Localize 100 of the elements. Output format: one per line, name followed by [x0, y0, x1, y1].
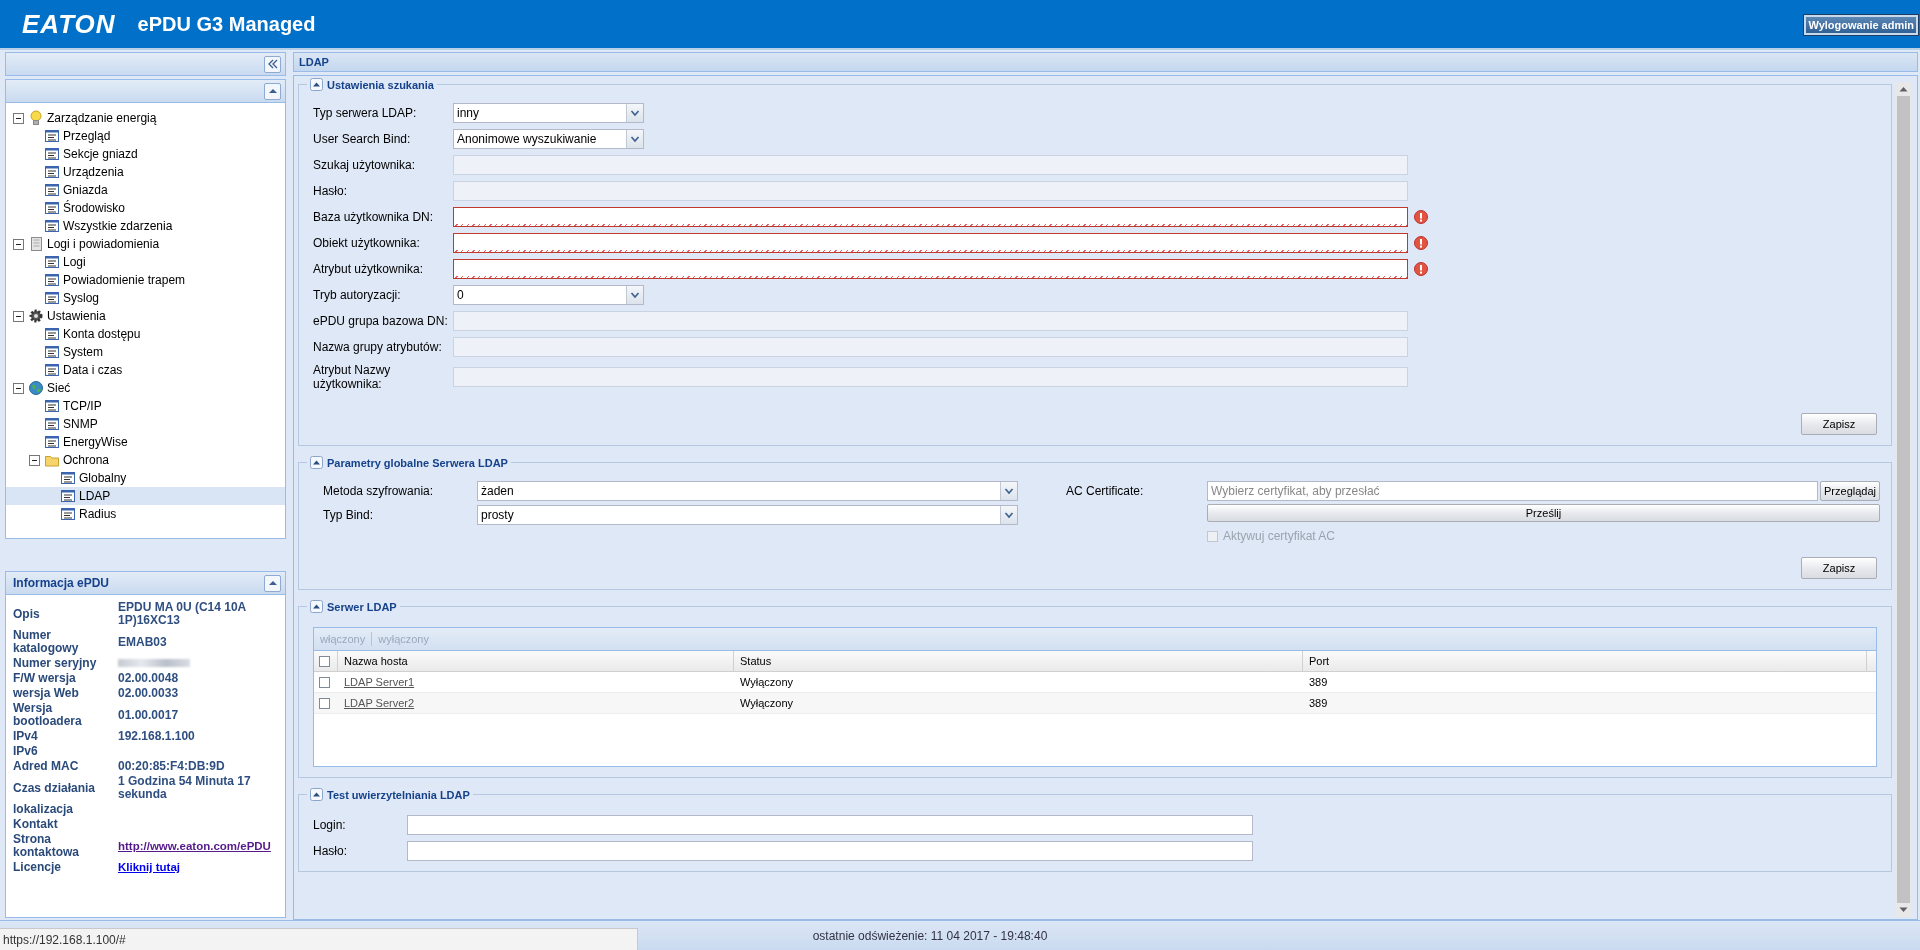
- column-header[interactable]: Nazwa hosta: [338, 651, 734, 671]
- table-cell-text: 389: [1308, 675, 1329, 690]
- text-field[interactable]: [453, 207, 1408, 227]
- text-field[interactable]: [407, 841, 1253, 861]
- collapse-icon[interactable]: [264, 574, 281, 592]
- page-icon: [44, 434, 60, 450]
- info-label: Adred MAC: [13, 760, 80, 773]
- field-label: Nazwa grupy atrybutów:: [313, 340, 443, 354]
- tree-item[interactable]: Sieć: [6, 379, 285, 397]
- tree-item[interactable]: Środowisko: [6, 199, 285, 217]
- tree-item[interactable]: Urządzenia: [6, 163, 285, 181]
- collapse-toggle-icon[interactable]: [13, 238, 24, 250]
- logo: EATON: [22, 8, 116, 40]
- tree-item[interactable]: Powiadomienie trapem: [6, 271, 285, 289]
- link[interactable]: LDAP Server2: [344, 697, 415, 709]
- error-icon: [1414, 236, 1428, 250]
- document-icon: [28, 236, 44, 252]
- page-icon: [44, 362, 60, 378]
- upload-button[interactable]: Prześlij: [1207, 504, 1880, 522]
- tree-item[interactable]: TCP/IP: [6, 397, 285, 415]
- link[interactable]: Kliknij tutaj: [118, 861, 283, 874]
- info-value: EPDU MA 0U (C14 10A 1P)16XC13: [118, 601, 247, 627]
- collapse-icon[interactable]: [310, 600, 323, 613]
- tree-item[interactable]: Logi i powiadomienia: [6, 235, 285, 253]
- tree-item[interactable]: Sekcje gniazd: [6, 145, 285, 163]
- link[interactable]: http://www.eaton.com/ePDU: [118, 839, 283, 853]
- info-label: wersja Web: [13, 687, 80, 700]
- field-label: Obiekt użytkownika:: [313, 236, 421, 250]
- tree-item[interactable]: Przegląd: [6, 127, 285, 145]
- info-value: 02.00.0048: [118, 672, 180, 685]
- tree-item[interactable]: SNMP: [6, 415, 285, 433]
- tree-item[interactable]: Gniazda: [6, 181, 285, 199]
- checkbox[interactable]: [319, 697, 330, 709]
- dropdown[interactable]: inny: [453, 103, 644, 123]
- info-value: 00:20:85:F4:DB:9D: [118, 760, 226, 773]
- text-field[interactable]: [453, 259, 1408, 279]
- info-label: Strona kontaktowa: [13, 833, 80, 859]
- dropdown[interactable]: żaden: [477, 481, 1018, 501]
- collapse-toggle-icon[interactable]: [13, 310, 24, 322]
- page-icon: [44, 218, 60, 234]
- text-field[interactable]: [453, 233, 1408, 253]
- tree-item[interactable]: Logi: [6, 253, 285, 271]
- tree-item[interactable]: Radius: [6, 505, 285, 523]
- tree-item[interactable]: Ustawienia: [6, 307, 285, 325]
- scrollbar[interactable]: [1896, 82, 1911, 917]
- caret-icon: [1004, 486, 1014, 496]
- page-icon: [44, 272, 60, 288]
- page-icon: [44, 128, 60, 144]
- collapse-toggle-icon[interactable]: [13, 382, 24, 394]
- info-label: Opis: [13, 607, 41, 621]
- info-label: Numer seryjny: [13, 657, 98, 670]
- checkbox[interactable]: [319, 655, 330, 667]
- scroll-down-icon[interactable]: [1899, 907, 1908, 913]
- tree-item[interactable]: Zarządzanie energią: [6, 109, 285, 127]
- dropdown[interactable]: 0: [453, 285, 644, 305]
- info-value: 1 Godzina 54 Minuta 17 sekunda: [118, 775, 252, 801]
- collapse-toggle-icon[interactable]: [29, 454, 40, 466]
- logout-button[interactable]: Wylogowanie admin: [1804, 15, 1918, 35]
- field-label: User Search Bind:: [313, 132, 412, 146]
- tree-item[interactable]: Wszystkie zdarzenia: [6, 217, 285, 235]
- collapse-icon[interactable]: [310, 78, 323, 91]
- tree-item[interactable]: Globalny: [6, 469, 285, 487]
- table-cell-text: Wyłączony: [739, 696, 795, 711]
- table-cell-text: 389: [1308, 696, 1329, 711]
- file-path-field[interactable]: Wybierz certyfikat, aby przesłać: [1207, 481, 1818, 501]
- tree-item[interactable]: System: [6, 343, 285, 361]
- dropdown[interactable]: Anonimowe wyszukiwanie: [453, 129, 644, 149]
- browser-status-url: https://192.168.1.100/#: [0, 928, 638, 950]
- tree-item[interactable]: Ochrona: [6, 451, 285, 469]
- info-label: lokalizacja: [13, 803, 75, 816]
- collapse-sidebar-icon[interactable]: [264, 55, 281, 73]
- collapse-icon[interactable]: [264, 82, 281, 100]
- collapse-icon[interactable]: [310, 788, 323, 801]
- tree-item[interactable]: Syslog: [6, 289, 285, 307]
- page-icon: [44, 398, 60, 414]
- info-label: Licencje: [13, 861, 63, 874]
- link[interactable]: LDAP Server1: [344, 676, 415, 688]
- info-value: 02.00.0033: [118, 687, 180, 700]
- error-icon: [1414, 262, 1428, 276]
- column-header[interactable]: Status: [734, 651, 1303, 671]
- info-label: Czas działania: [13, 781, 97, 795]
- dropdown[interactable]: prosty: [477, 505, 1018, 525]
- checkbox[interactable]: [319, 676, 330, 688]
- tree-item[interactable]: Data i czas: [6, 361, 285, 379]
- page-icon: [44, 200, 60, 216]
- tree-item[interactable]: Konta dostępu: [6, 325, 285, 343]
- field-label: Baza użytkownika DN:: [313, 210, 435, 224]
- tree-item[interactable]: EnergyWise: [6, 433, 285, 451]
- table-cell-text: Wyłączony: [739, 675, 795, 690]
- field-label: Hasło:: [313, 184, 348, 198]
- browse-button[interactable]: Przeglądaj: [1820, 481, 1880, 501]
- column-header[interactable]: Port: [1303, 651, 1867, 671]
- collapse-icon[interactable]: [310, 456, 323, 469]
- collapse-toggle-icon[interactable]: [13, 112, 24, 124]
- tree-item[interactable]: LDAP: [6, 487, 285, 505]
- save-button[interactable]: Zapisz: [1801, 413, 1877, 435]
- save-button[interactable]: Zapisz: [1801, 557, 1877, 579]
- text-field[interactable]: [407, 815, 1253, 835]
- scroll-up-icon[interactable]: [1899, 86, 1908, 92]
- page-icon: [44, 344, 60, 360]
